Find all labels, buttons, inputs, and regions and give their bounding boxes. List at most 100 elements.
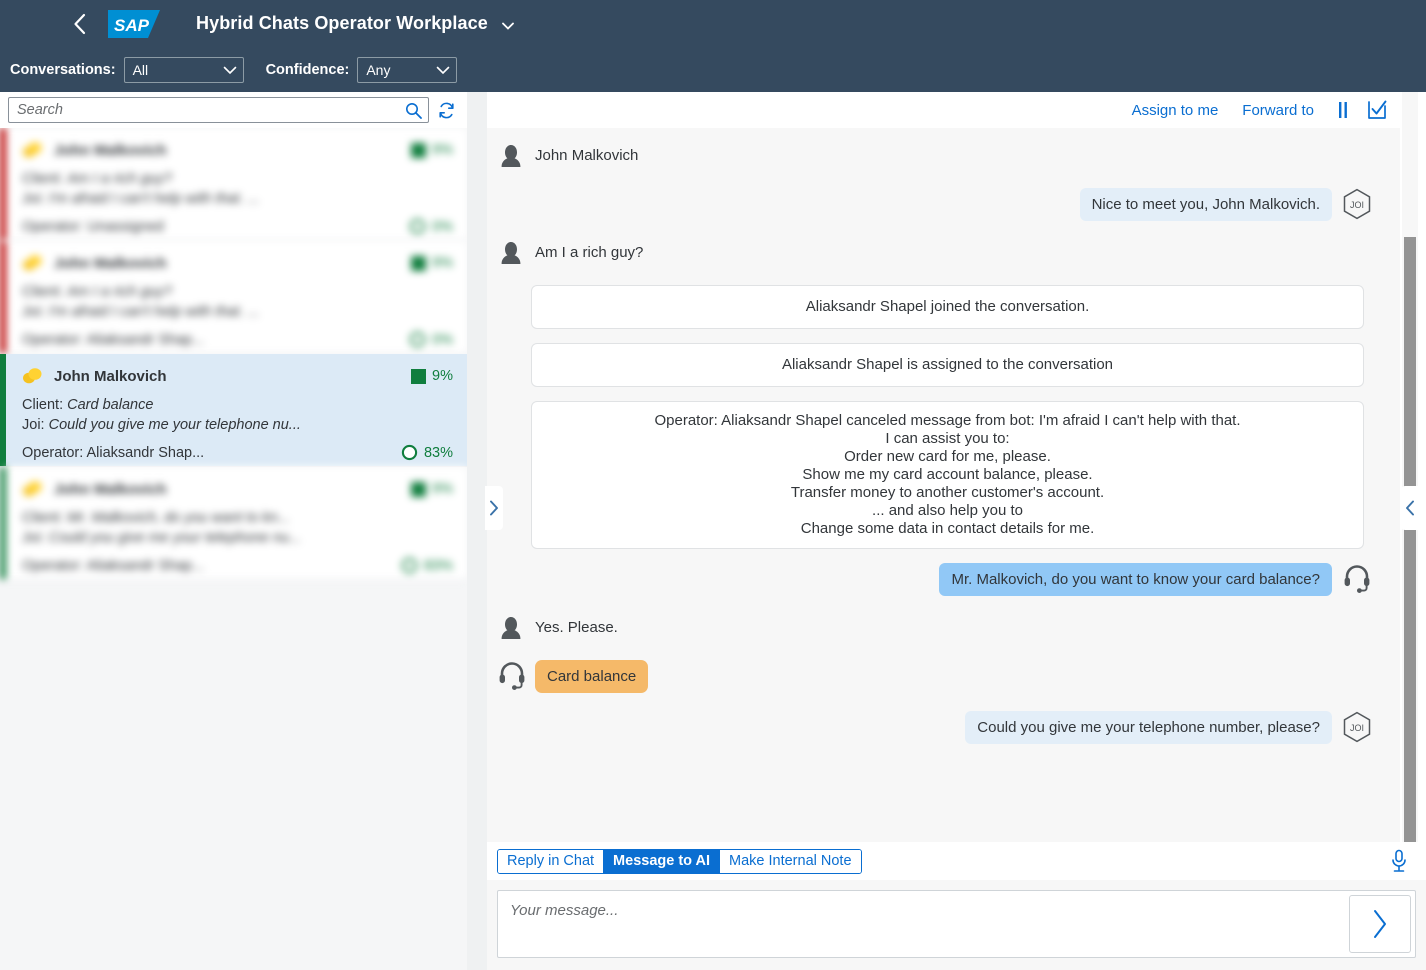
expand-right-panel-handle[interactable]: [1401, 486, 1419, 530]
message-text: John Malkovich: [535, 147, 639, 164]
forward-to-button[interactable]: Forward to: [1230, 102, 1326, 119]
caret-down-icon[interactable]: [502, 14, 514, 35]
microphone-icon[interactable]: [1386, 846, 1412, 876]
headset-icon: [499, 662, 525, 690]
composer-tab[interactable]: Make Internal Note: [720, 849, 861, 873]
chat-bubbles-icon: [23, 368, 42, 384]
status-accent-bar: [0, 467, 6, 579]
search-input[interactable]: [17, 102, 402, 118]
status-accent-bar: [0, 128, 6, 240]
chat-bubbles-icon: [22, 479, 44, 499]
system-message-card: Operator: Aliaksandr Shapel canceled mes…: [531, 401, 1364, 549]
shell-bar: SAP Hybrid Chats Operator Workplace My: [0, 0, 1426, 75]
conversation-list-item[interactable]: John Malkovich 9% Client: Am I a rich guy?…: [0, 128, 467, 241]
system-message-line: Change some data in contact details for …: [800, 520, 1095, 537]
conversation-list-item[interactable]: John Malkovich 9% Client: Am I a rich guy?…: [0, 241, 467, 354]
status-accent-bar: [0, 354, 6, 466]
client-avatar-icon: [497, 142, 525, 170]
svg-text:SAP: SAP: [114, 16, 150, 35]
conversation-customer-name: John Malkovich: [54, 141, 167, 159]
conversation-preview-client: Client: Card balance: [22, 397, 154, 413]
operator-confidence-value: 0%: [432, 218, 453, 235]
conversation-operator-row: Operator: Unassigned 0%: [22, 218, 453, 235]
conversation-operator: Operator: Aliaksandr Shap...: [22, 444, 205, 461]
expand-left-panel-handle[interactable]: [485, 486, 503, 530]
conversations-filter-value: All: [132, 62, 149, 78]
confidence-filter-label: Confidence:: [265, 62, 350, 78]
conversation-preview-bot: Joi: I'm afraid I can't help with that. …: [22, 304, 260, 320]
confidence-badge: 9%: [411, 368, 453, 384]
client-avatar-icon: [501, 145, 521, 167]
checkbox-checked-icon[interactable]: [1360, 95, 1394, 125]
conversation-list[interactable]: John Malkovich 9% Client: Am I a rich guy?…: [0, 128, 467, 970]
chevron-down-icon: [436, 62, 450, 78]
conversation-list-item[interactable]: John Malkovich 9% Client: Card balance Joi:…: [0, 354, 467, 467]
confidence-badge: 9%: [411, 255, 453, 271]
svg-text:JOI: JOI: [1350, 200, 1364, 210]
message-text: Nice to meet you, John Malkovich.: [1079, 188, 1332, 221]
message-input-wrap[interactable]: [497, 890, 1416, 958]
operator-confidence-value: 83%: [423, 444, 453, 461]
chat-panel: Assign to me Forward to John Malkovich Ni…: [487, 92, 1400, 970]
conversation-preview-bot: Joi: I'm afraid I can't help with that. …: [22, 191, 260, 207]
composer-tab[interactable]: Reply in Chat: [498, 849, 605, 873]
joi-hexagon-icon: JOI: [1343, 711, 1371, 743]
confidence-ring-icon: [409, 218, 426, 235]
back-button[interactable]: [58, 2, 102, 46]
message-input[interactable]: [498, 891, 1345, 957]
confidence-value: 9%: [432, 368, 453, 384]
search-box[interactable]: [8, 97, 429, 123]
composer-tabs[interactable]: Reply in Chat Message to AI Make Internal …: [497, 848, 862, 874]
chat-bubbles-icon: [23, 142, 42, 158]
chat-bubbles-icon: [22, 140, 44, 160]
conversation-operator: Operator: Aliaksandr Shap...: [22, 331, 205, 348]
system-message-line: Aliaksandr Shapel joined the conversatio…: [805, 298, 1090, 315]
conversation-list-item[interactable]: John Malkovich 9% Client: Mr. Malkovich, d…: [0, 467, 467, 580]
system-message-line: Transfer money to another customer's acc…: [790, 484, 1105, 501]
operator-confidence-badge: 83%: [401, 557, 453, 574]
conversations-filter-select[interactable]: All: [123, 57, 244, 83]
chevron-right-icon: [1374, 910, 1386, 938]
conversation-customer-name: John Malkovich: [54, 367, 167, 385]
system-message-line: Show me my card account balance, please.: [802, 466, 1093, 483]
conversation-header: John Malkovich 9%: [22, 477, 453, 501]
composer-tab[interactable]: Message to AI: [604, 849, 721, 873]
chat-bubbles-icon: [22, 253, 44, 273]
client-message-row: Am I a rich guy?: [487, 239, 1400, 267]
confidence-value: 9%: [432, 481, 453, 497]
assign-to-me-button[interactable]: Assign to me: [1120, 102, 1231, 119]
composer: Reply in Chat Message to AI Make Internal …: [487, 842, 1426, 970]
joi-hexagon-icon: JOI: [1342, 711, 1371, 743]
chat-bubbles-icon: [23, 481, 42, 497]
message-list: John Malkovich Nice to meet you, John Mal…: [487, 128, 1400, 934]
confidence-square-icon: [411, 255, 427, 271]
joi-hexagon-icon: JOI: [1342, 188, 1371, 220]
search-icon[interactable]: [402, 99, 424, 121]
confidence-filter-select[interactable]: Any: [357, 57, 458, 83]
client-avatar-icon: [501, 617, 521, 639]
confidence-value: 9%: [432, 142, 453, 158]
conversation-preview: Client: Am I a rich guy? Joi: I'm afraid …: [22, 169, 453, 209]
confidence-square-icon: [411, 481, 427, 497]
chat-scrollbar-thumb[interactable]: [1404, 237, 1416, 842]
refresh-icon[interactable]: [433, 97, 459, 123]
confidence-filter-value: Any: [366, 62, 391, 78]
pause-icon[interactable]: [1326, 95, 1360, 125]
chevron-right-icon: [490, 500, 498, 516]
svg-text:JOI: JOI: [1350, 723, 1364, 733]
panel-divider: [467, 92, 487, 970]
confidence-ring-icon: [409, 331, 426, 348]
message-text: Am I a rich guy?: [535, 244, 644, 261]
conversations-filter-label: Conversations:: [10, 62, 116, 78]
operator-confidence-badge: 0%: [409, 331, 453, 348]
message-text: Card balance: [535, 660, 649, 693]
operator-confidence-value: 0%: [432, 331, 453, 348]
headset-icon: [1342, 563, 1370, 593]
conversation-preview: Client: Mr. Malkovich, do you want to kn…: [22, 508, 453, 548]
operator-confidence-badge: 83%: [401, 444, 453, 461]
filter-bar: Conversations: All Confidence: Any: [0, 48, 1426, 92]
send-button[interactable]: [1349, 895, 1411, 953]
conversation-operator-row: Operator: Aliaksandr Shap... 0%: [22, 331, 453, 348]
system-message-line: Order new card for me, please.: [844, 448, 1051, 465]
client-message-row: Yes. Please.: [487, 614, 1400, 642]
